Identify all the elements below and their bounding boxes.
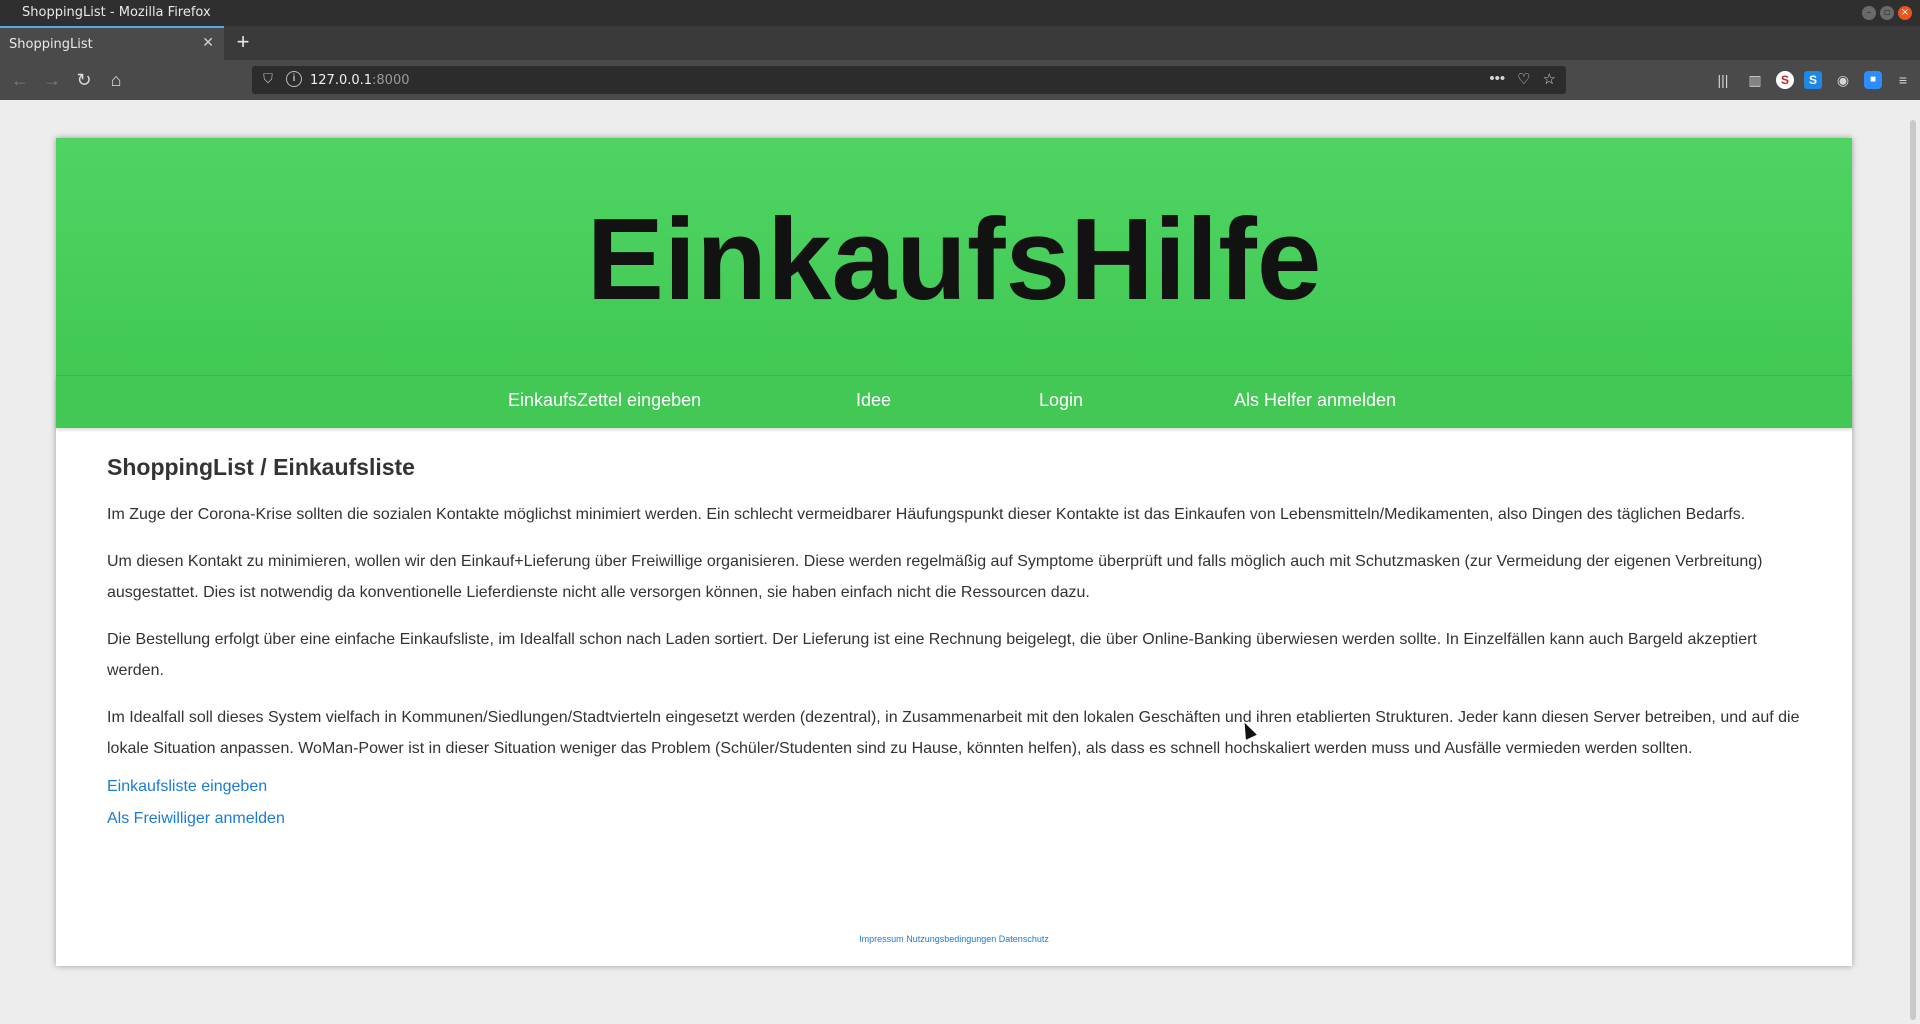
footer: Impressum Nutzungsbedingungen Datenschut…: [56, 934, 1852, 944]
tab-title: ShoppingList: [9, 37, 93, 52]
sidebar-icon[interactable]: ▥: [1744, 69, 1766, 91]
window-titlebar: ShoppingList - Mozilla Firefox – ▫ ×: [0, 0, 1920, 26]
tab-bar: ShoppingList ✕ +: [0, 26, 1920, 60]
einkaufsliste-eingeben-link[interactable]: Einkaufsliste eingeben: [107, 776, 1807, 798]
new-tab-icon[interactable]: +: [230, 29, 256, 55]
main-menu: EinkaufsZettel eingeben Idee Login Als H…: [56, 376, 1852, 428]
tab-shoppinglist[interactable]: ShoppingList ✕: [0, 26, 224, 60]
page-heading: ShoppingList / Einkaufsliste: [107, 454, 415, 480]
tab-close-icon[interactable]: ✕: [202, 35, 214, 51]
site-info-icon[interactable]: i: [286, 71, 302, 87]
forward-icon[interactable]: →: [40, 68, 64, 92]
footer-datenschutz-link[interactable]: Datenschutz: [999, 934, 1049, 944]
reload-icon[interactable]: ↻: [72, 68, 96, 92]
hamburger-menu-icon[interactable]: ≡: [1892, 69, 1914, 91]
maximize-icon[interactable]: ▫: [1880, 6, 1894, 20]
url-bar[interactable]: ⛉ i 127.0.0.1:8000 ••• ♡ ☆: [252, 66, 1566, 94]
main-content: ShoppingList / Einkaufsliste Im Zuge der…: [107, 454, 1807, 844]
freiwilliger-anmelden-link[interactable]: Als Freiwilliger anmelden: [107, 808, 1807, 830]
menu-item-login[interactable]: Login: [1039, 390, 1083, 411]
page-scrollbar[interactable]: [1910, 120, 1916, 1020]
page-card: EinkaufsHilfe EinkaufsZettel eingeben Id…: [56, 138, 1852, 966]
intro-paragraph-4: Im Idealfall soll dieses System vielfach…: [107, 709, 1800, 757]
hero-banner: EinkaufsHilfe: [56, 138, 1852, 376]
window-controls: – ▫ ×: [1862, 6, 1912, 20]
extension-s-blue-icon[interactable]: S: [1804, 71, 1822, 89]
intro-paragraph-1: Im Zuge der Corona-Krise sollten die soz…: [107, 506, 1746, 523]
pocket-icon[interactable]: ♡: [1517, 70, 1530, 88]
account-icon[interactable]: ◉: [1832, 69, 1854, 91]
menu-item-einkaufszettel[interactable]: EinkaufsZettel eingeben: [508, 390, 701, 411]
minimize-icon[interactable]: –: [1862, 6, 1876, 20]
page-actions-icon[interactable]: •••: [1489, 70, 1505, 88]
url-port: :8000: [372, 73, 410, 88]
home-icon[interactable]: ⌂: [104, 68, 128, 92]
page-viewport: EinkaufsHilfe EinkaufsZettel eingeben Id…: [0, 100, 1920, 1024]
back-icon[interactable]: ←: [8, 68, 32, 92]
extension-s-red-icon[interactable]: S: [1776, 71, 1794, 89]
menu-item-helfer-anmelden[interactable]: Als Helfer anmelden: [1234, 390, 1396, 411]
video-extension-icon[interactable]: ■: [1864, 71, 1882, 89]
tracking-shield-icon[interactable]: ⛉: [260, 71, 276, 87]
url-text[interactable]: 127.0.0.1:8000: [310, 73, 410, 88]
intro-paragraph-2: Um diesen Kontakt zu minimieren, wollen …: [107, 553, 1763, 601]
library-icon[interactable]: |||: [1712, 69, 1734, 91]
close-window-icon[interactable]: ×: [1898, 6, 1912, 20]
navigation-toolbar: ← → ↻ ⌂ ⛉ i 127.0.0.1:8000 ••• ♡ ☆ ||| ▥…: [0, 60, 1920, 100]
url-actions: ••• ♡ ☆: [1489, 70, 1556, 88]
toolbar-icons: ||| ▥ S S ◉ ■ ≡: [1712, 69, 1914, 91]
bookmark-star-icon[interactable]: ☆: [1543, 70, 1556, 88]
site-title: EinkaufsHilfe: [586, 194, 1322, 324]
window-title: ShoppingList - Mozilla Firefox: [22, 5, 211, 20]
url-host: 127.0.0.1: [310, 73, 373, 88]
menu-item-idee[interactable]: Idee: [856, 390, 891, 411]
intro-paragraph-3: Die Bestellung erfolgt über eine einfach…: [107, 631, 1757, 679]
footer-nutzungsbedingungen-link[interactable]: Nutzungsbedingungen: [906, 934, 996, 944]
footer-impressum-link[interactable]: Impressum: [859, 934, 904, 944]
